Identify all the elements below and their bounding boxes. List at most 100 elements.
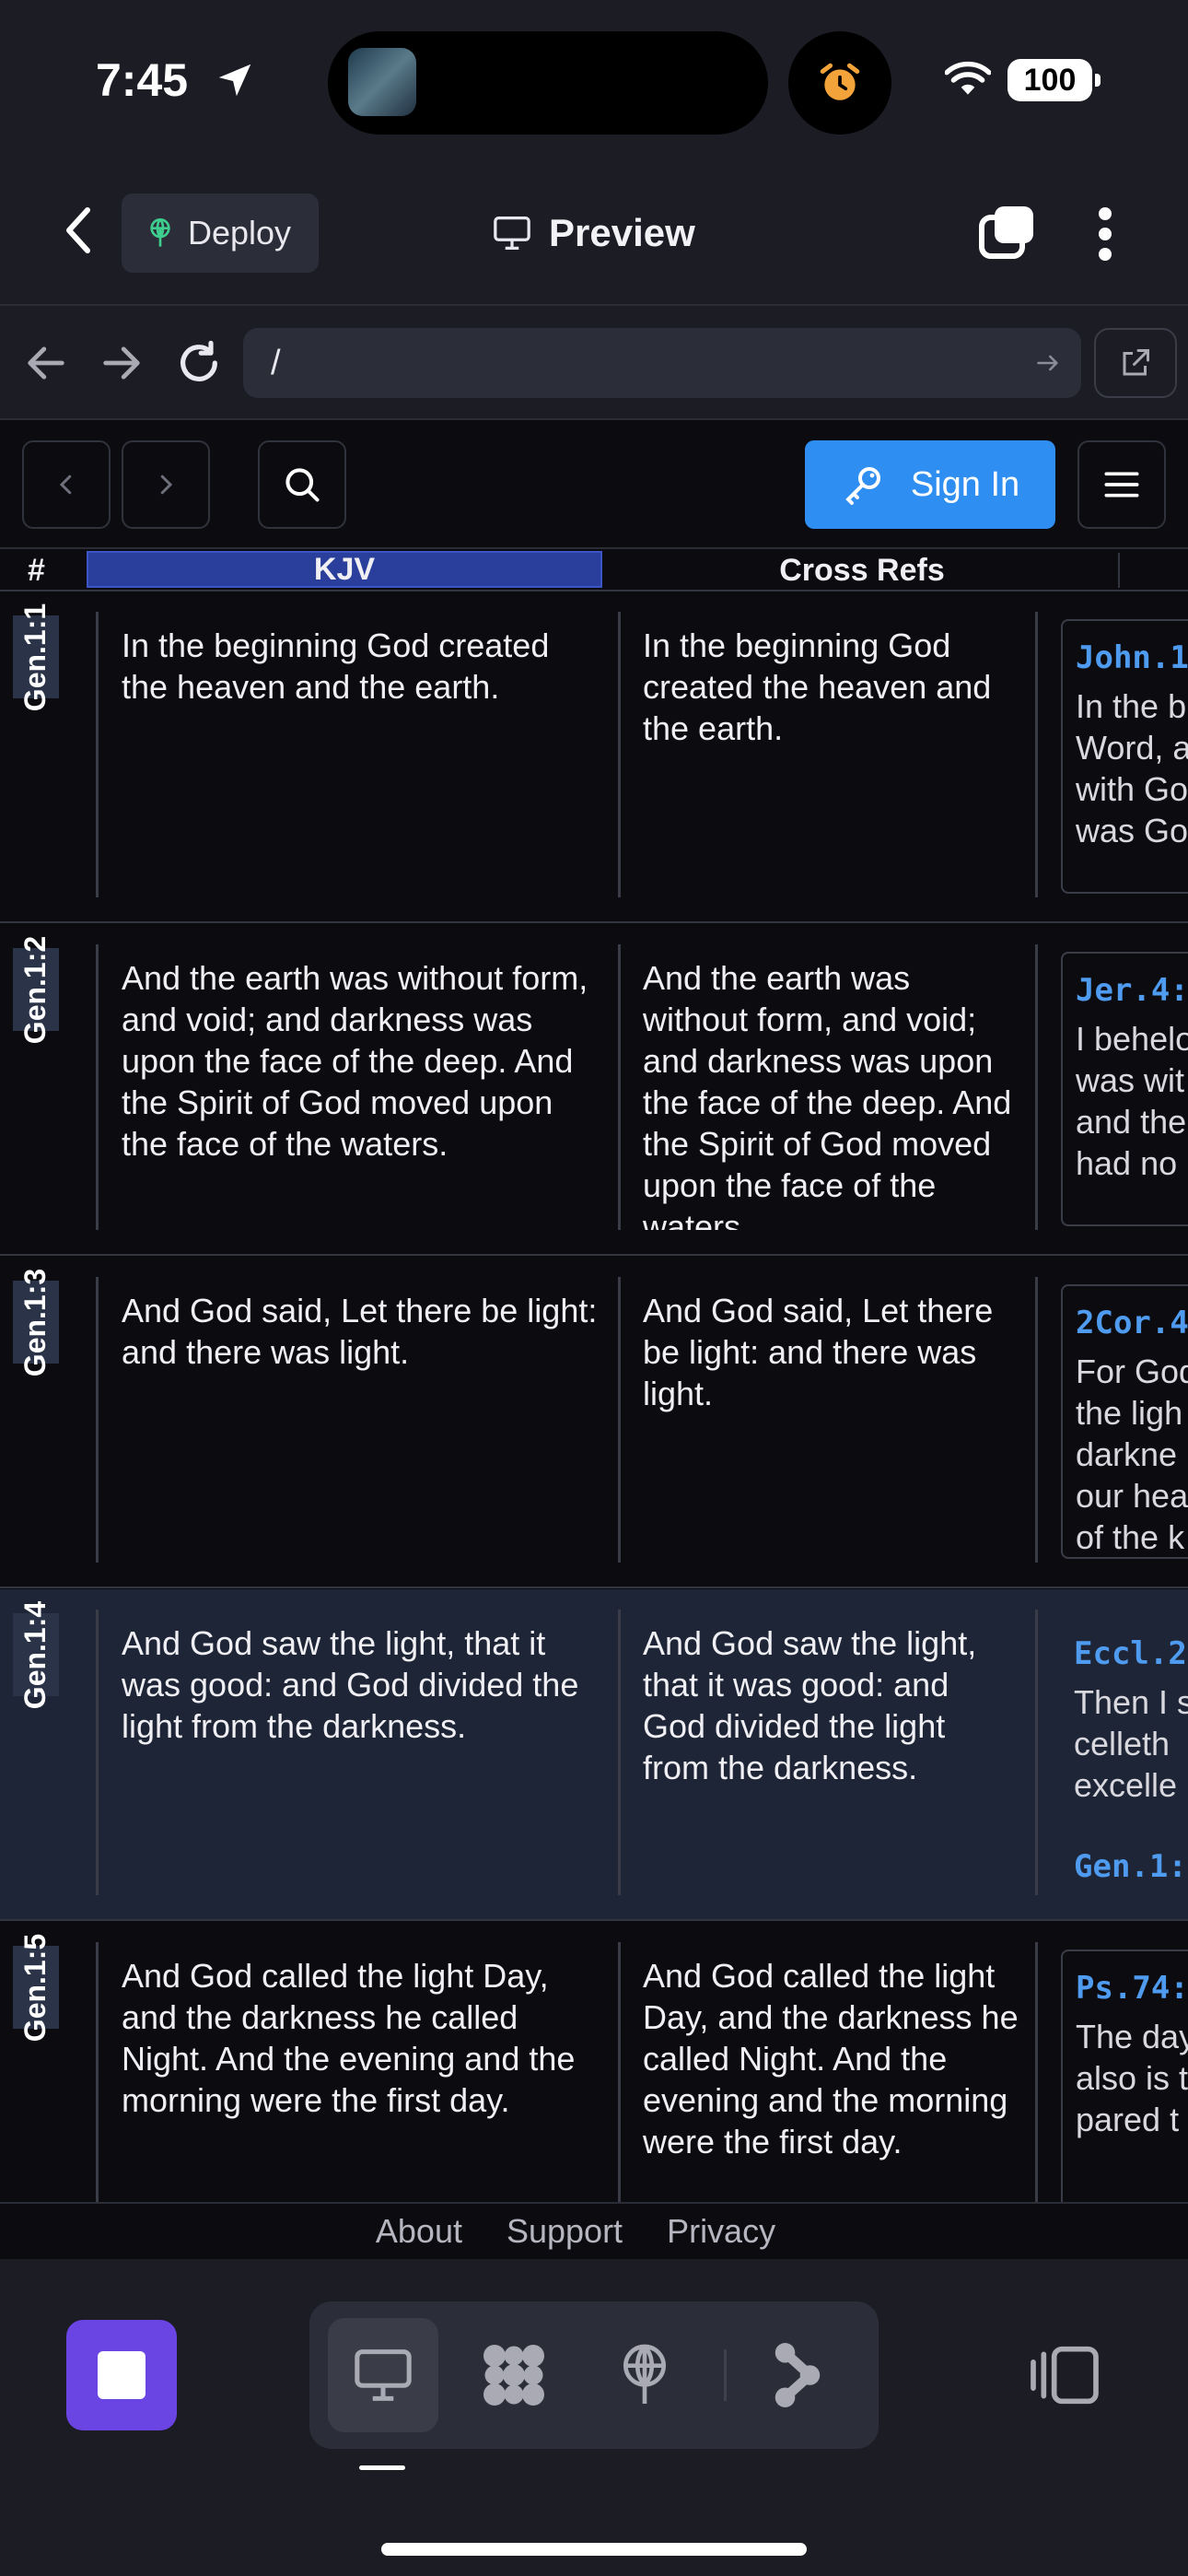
table-row[interactable]: Gen.1:1 In the beginning God created the … <box>0 591 1188 923</box>
second-version-verse-text: And God called the light Day, and the da… <box>643 1957 1019 2160</box>
hamburger-menu-icon <box>1104 472 1139 498</box>
kjv-verse-text: And God saw the light, that it was good:… <box>122 1624 579 1745</box>
cross-ref-text: The day also is t pared t <box>1076 2018 1188 2138</box>
verse-ref-label[interactable]: Gen.1:5 <box>13 1933 59 2042</box>
search-icon <box>285 468 320 502</box>
deploy-label: Deploy <box>188 214 292 252</box>
tab-workspace[interactable] <box>459 2318 569 2432</box>
search-button[interactable] <box>258 440 346 529</box>
table-row[interactable]: Gen.1:2 And the earth was without form, a… <box>0 924 1188 1256</box>
cross-refs-column-header[interactable]: Cross Refs <box>608 553 1116 589</box>
sign-in-button[interactable]: Sign In <box>805 440 1055 529</box>
clock: 7:45 <box>96 54 189 106</box>
app-toolbar: Sign In <box>0 418 1188 547</box>
url-field[interactable]: / <box>243 328 1081 398</box>
grid-blob-icon <box>483 2345 544 2406</box>
cross-ref-card[interactable]: Eccl.2 Then I s celleth excelle Gen.1: <box>1061 1617 1188 1891</box>
key-icon <box>845 467 880 505</box>
cross-ref-link[interactable]: Gen.1: <box>1074 1848 1188 1885</box>
open-external-button[interactable] <box>1094 328 1177 398</box>
switcher-divider <box>724 2349 727 2401</box>
home-indicator <box>381 2543 807 2556</box>
status-bar: 7:45 100 <box>0 0 1188 157</box>
cross-ref-text: In the b Word, a with Go was Go <box>1076 687 1188 849</box>
column-divider <box>1035 944 1038 1230</box>
tabs-icon[interactable] <box>978 203 1037 260</box>
second-version-verse-text: And God saw the light, that it was good:… <box>643 1624 977 1786</box>
active-tab-indicator <box>359 2465 405 2470</box>
chevron-right-icon <box>160 474 173 495</box>
next-chapter-button[interactable] <box>122 440 210 529</box>
reload-icon[interactable] <box>175 339 223 387</box>
table-header: # KJV Cross Refs <box>0 547 1188 591</box>
column-divider <box>1035 1610 1038 1895</box>
go-arrow-icon[interactable] <box>1035 350 1061 376</box>
index-column-header: # <box>28 553 45 588</box>
column-divider <box>618 1610 621 1895</box>
view-switcher <box>309 2301 879 2449</box>
browser-bar: / <box>0 308 1188 418</box>
browser-forward-icon[interactable] <box>98 339 146 387</box>
preview-label: Preview <box>549 211 695 254</box>
tab-deploy[interactable] <box>589 2318 700 2432</box>
column-divider <box>618 944 621 1230</box>
back-chevron-icon[interactable] <box>55 205 101 256</box>
cross-ref-link[interactable]: John.1 <box>1076 639 1188 676</box>
preview-header: Deploy Preview <box>0 157 1188 306</box>
column-divider <box>618 1942 621 2202</box>
kjv-verse-text: And God called the light Day, and the da… <box>122 1957 576 2119</box>
support-link[interactable]: Support <box>507 2212 623 2251</box>
cross-ref-card[interactable]: Jer.4: I behelo was wit and the had no <box>1061 952 1188 1226</box>
column-divider <box>96 944 99 1230</box>
browser-back-icon[interactable] <box>22 339 70 387</box>
cross-ref-text: Then I s celleth excelle <box>1074 1683 1188 1804</box>
column-divider <box>1035 1277 1038 1563</box>
menu-button[interactable] <box>1077 440 1166 529</box>
cross-ref-link[interactable]: Ps.74: <box>1076 1970 1188 2007</box>
column-divider <box>1035 1942 1038 2202</box>
deploy-icon <box>150 218 170 247</box>
cross-ref-link[interactable]: Jer.4: <box>1076 972 1188 1009</box>
column-divider <box>96 612 99 897</box>
tab-preview[interactable] <box>328 2318 438 2432</box>
kjv-column-header[interactable]: KJV <box>87 551 602 588</box>
second-version-verse-text: And the earth was without form, and void… <box>643 959 1012 1230</box>
table-row[interactable]: Gen.1:4 And God saw the light, that it wa… <box>0 1589 1188 1921</box>
verse-table: Gen.1:1 In the beginning God created the … <box>0 591 1188 2202</box>
verse-ref-label[interactable]: Gen.1:3 <box>13 1268 59 1376</box>
verse-ref-label[interactable]: Gen.1:1 <box>13 603 59 711</box>
more-vertical-icon[interactable] <box>1096 206 1114 262</box>
cross-ref-link[interactable]: 2Cor.4 <box>1076 1305 1188 1341</box>
bottom-dock <box>0 2259 1188 2576</box>
footer-links: About Support Privacy <box>0 2202 1188 2259</box>
app-activity-icon <box>348 48 416 116</box>
cross-ref-link[interactable]: Eccl.2 <box>1074 1635 1188 1672</box>
stop-button[interactable] <box>66 2320 177 2430</box>
deploy-button[interactable]: Deploy <box>122 193 319 273</box>
side-panel-icon[interactable] <box>1028 2344 1101 2406</box>
chevron-left-icon <box>59 474 72 495</box>
monitor-icon <box>494 216 530 250</box>
cross-ref-card[interactable]: John.1 In the b Word, a with Go was Go <box>1061 619 1188 894</box>
about-link[interactable]: About <box>376 2212 462 2251</box>
cross-ref-text: I behelo was wit and the had no <box>1076 1020 1188 1182</box>
kjv-verse-text: And God said, Let there be light: and th… <box>122 1292 598 1371</box>
column-divider <box>618 1277 621 1563</box>
preview-title: Preview <box>492 203 695 263</box>
table-row[interactable]: Gen.1:3 And God said, Let there be light:… <box>0 1257 1188 1588</box>
privacy-link[interactable]: Privacy <box>667 2212 775 2251</box>
cross-ref-card[interactable]: 2Cor.4 For God the ligh darkne our hea of… <box>1061 1284 1188 1559</box>
verse-ref-label[interactable]: Gen.1:2 <box>13 935 59 1044</box>
column-divider <box>618 612 621 897</box>
battery-indicator: 100 <box>1007 59 1101 101</box>
verse-ref-label[interactable]: Gen.1:4 <box>13 1600 59 1709</box>
cross-ref-text: For God the ligh darkne our hea of the k <box>1076 1352 1188 1556</box>
table-row[interactable]: Gen.1:5 And God called the light Day, and… <box>0 1922 1188 2202</box>
column-divider <box>96 1277 99 1563</box>
tab-share[interactable] <box>742 2318 853 2432</box>
location-arrow-icon <box>218 64 251 97</box>
column-divider <box>96 1610 99 1895</box>
prev-chapter-button[interactable] <box>22 440 111 529</box>
cross-ref-card[interactable]: Ps.74: The day also is t pared t <box>1061 1950 1188 2202</box>
deploy-icon <box>623 2344 666 2404</box>
